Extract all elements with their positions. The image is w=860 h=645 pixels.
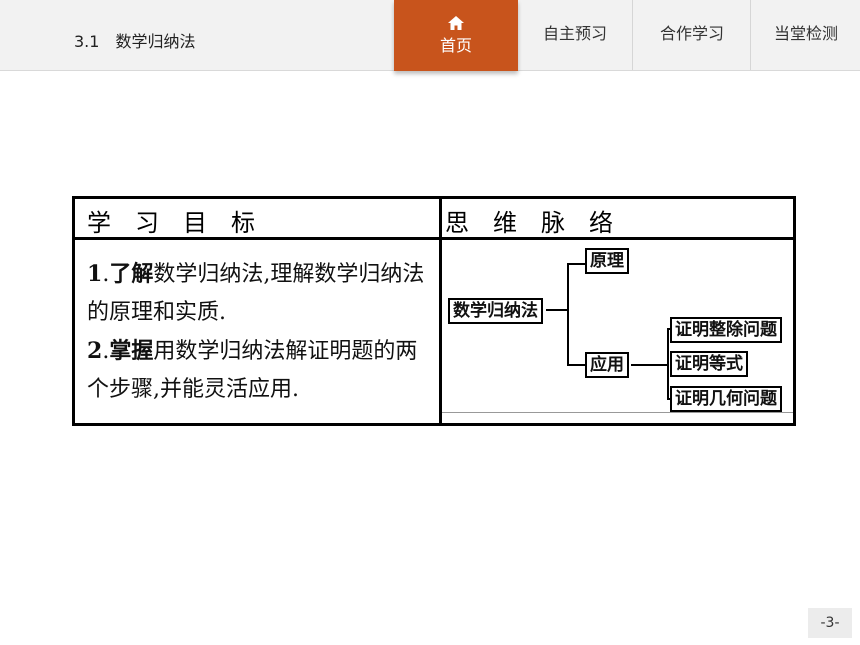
tab-home-label: 首页 — [439, 35, 472, 55]
objective-keyword: 掌握 — [109, 338, 154, 364]
connector-line — [567, 263, 585, 265]
tab-home[interactable]: 首页 — [394, 0, 518, 71]
tab-cooperative-learning[interactable]: 合作学习 — [632, 0, 751, 70]
learning-objectives-header: 学 习 目 标 — [87, 209, 255, 237]
tab-in-class-test[interactable]: 当堂检测 — [750, 0, 860, 70]
connector-line — [667, 328, 669, 400]
connector-line — [631, 364, 668, 366]
objective-keyword: 了解 — [109, 261, 154, 287]
tab-in-class-test-label: 当堂检测 — [773, 24, 838, 43]
connector-line — [546, 309, 568, 311]
tab-cooperative-learning-label: 合作学习 — [659, 24, 724, 43]
home-icon — [448, 15, 464, 30]
tab-self-study-label: 自主预习 — [542, 24, 607, 43]
mind-map: 数学归纳法 原理 应用 证明整除问题 证明等式 证明几何问题 — [442, 240, 793, 423]
objectives-table: 学 习 目 标 思 维 脉 络 1.了解数学归纳法,理解数学归纳法的原理和实质.… — [72, 196, 796, 426]
page-number: -3- — [808, 608, 852, 638]
tab-self-study[interactable]: 自主预习 — [518, 0, 632, 70]
mindmap-baseline — [442, 412, 793, 413]
mindmap-application: 应用 — [585, 352, 629, 378]
section-title: 3.1 数学归纳法 — [74, 32, 196, 51]
objective-item: 1.了解数学归纳法,理解数学归纳法的原理和实质. — [87, 261, 425, 325]
mindmap-leaf-geometry: 证明几何问题 — [670, 386, 782, 412]
objectives-text: 1.了解数学归纳法,理解数学归纳法的原理和实质. 2.掌握用数学归纳法解证明题的… — [87, 255, 427, 409]
mindmap-leaf-divisibility: 证明整除问题 — [670, 317, 782, 343]
connector-line — [567, 263, 569, 366]
objective-item: 2.掌握用数学归纳法解证明题的两个步骤,并能灵活应用. — [87, 338, 418, 402]
mindmap-principle: 原理 — [585, 248, 629, 274]
mindmap-root: 数学归纳法 — [448, 298, 543, 324]
mindmap-leaf-equality: 证明等式 — [670, 351, 748, 377]
thinking-outline-header: 思 维 脉 络 — [445, 209, 613, 237]
connector-line — [567, 364, 585, 366]
top-nav-bar: 3.1 数学归纳法 首页 自主预习 合作学习 当堂检测 — [0, 0, 860, 71]
